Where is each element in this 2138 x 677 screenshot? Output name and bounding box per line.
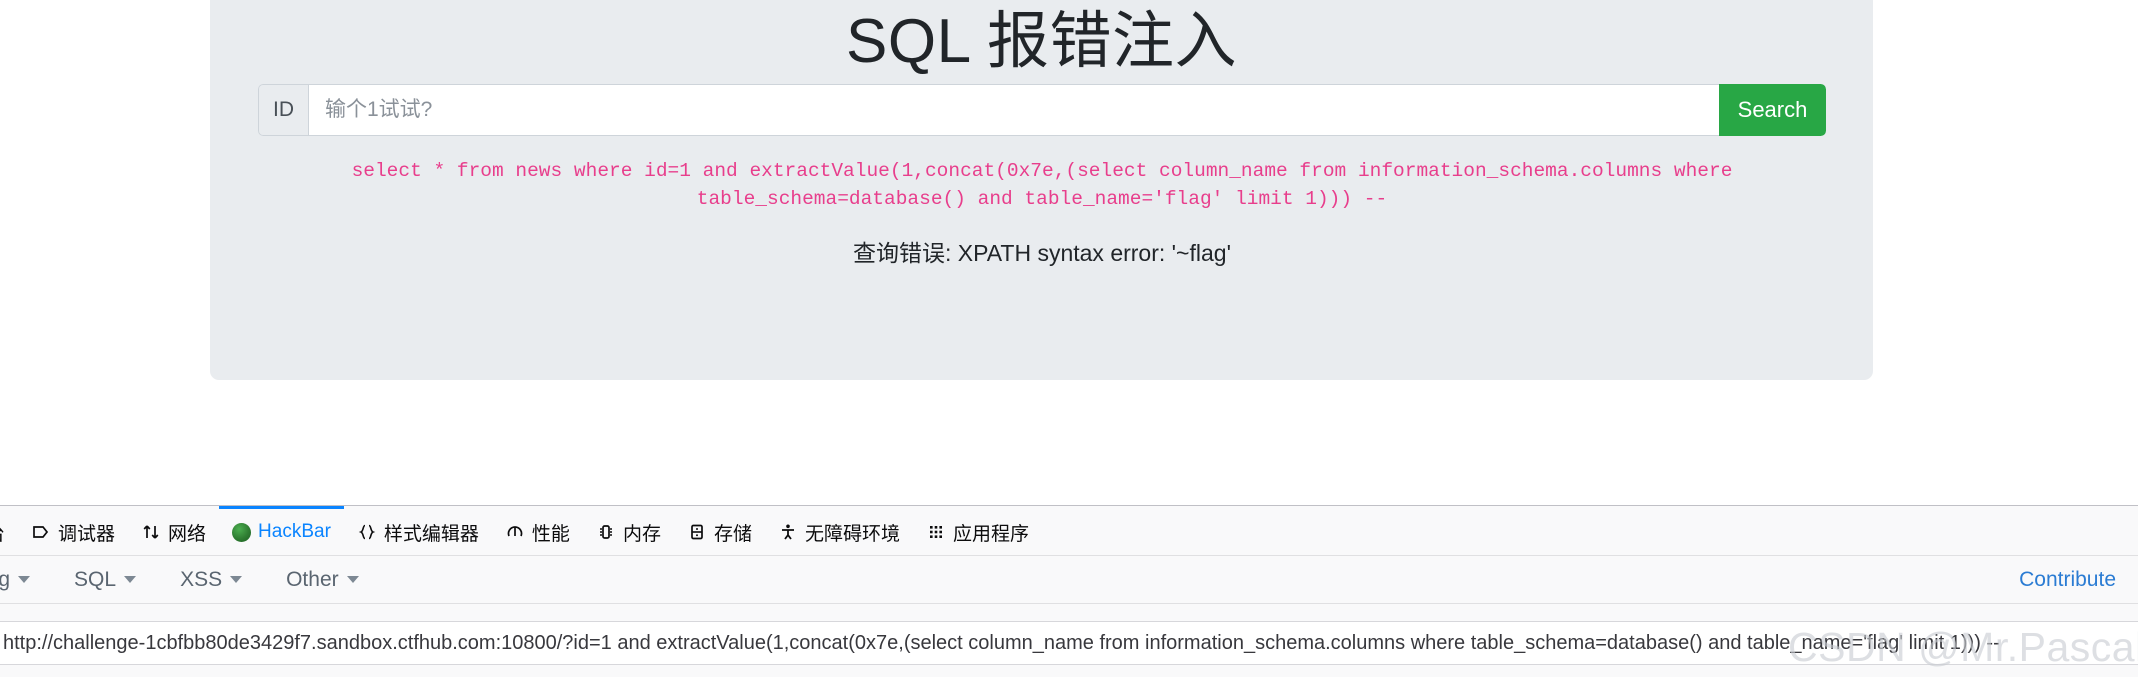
devtools-tab-style-editor[interactable]: 样式编辑器 [344, 506, 492, 555]
hackbar-menu-encoding[interactable]: ing [0, 568, 52, 592]
sql-query-output: select * from news where id=1 and extrac… [351, 160, 1745, 210]
encoding-menu-label: ing [0, 567, 11, 591]
devtools-tab-storage[interactable]: 存储 [674, 506, 765, 555]
devtools-tab-debugger[interactable]: 调试器 [18, 506, 128, 555]
search-button[interactable]: Search [1719, 84, 1826, 136]
chevron-down-icon [230, 576, 243, 583]
hackbar-menu-xss[interactable]: XSS [158, 568, 264, 592]
storage-tab-label: 存储 [713, 523, 752, 545]
debugger-tab-label: 调试器 [58, 523, 116, 545]
devtools-tab-performance[interactable]: 性能 [492, 506, 583, 555]
style-editor-tab-label: 样式编辑器 [383, 523, 479, 545]
contribute-link[interactable]: Contribute [2019, 568, 2116, 592]
chevron-down-icon [346, 576, 359, 583]
chevron-down-icon [18, 576, 31, 583]
network-arrows-icon [141, 522, 161, 542]
braces-icon [357, 522, 377, 542]
devtools-tab-application[interactable]: 应用程序 [913, 506, 1042, 555]
id-search-input[interactable] [308, 84, 1719, 136]
jumbotron-card: SQL 报错注入 ID Search select * from news wh… [210, 0, 1873, 380]
devtools-tab-hackbar[interactable]: HackBar [219, 506, 344, 555]
memory-tab-label: 内存 [622, 523, 661, 545]
chevron-down-icon [124, 576, 137, 583]
hackbar-tab-label: HackBar [258, 521, 331, 542]
storage-icon [687, 522, 707, 542]
devtools-panel: 台 调试器 网络 HackBar [0, 505, 2138, 677]
browser-viewport: SQL 报错注入 ID Search select * from news wh… [0, 0, 2138, 505]
hackbar-firefox-icon [232, 522, 252, 542]
id-search-form: ID Search [258, 84, 1826, 136]
devtools-tab-console[interactable]: 台 [0, 506, 18, 555]
sql-menu-label: SQL [74, 567, 117, 591]
devtools-tab-accessibility[interactable]: 无障碍环境 [765, 506, 913, 555]
hackbar-url-row: http://challenge-1cbfbb80de3429f7.sandbo… [0, 604, 2138, 676]
performance-tab-label: 性能 [531, 523, 570, 545]
console-tab-label: 台 [0, 519, 5, 546]
network-tab-label: 网络 [168, 523, 207, 545]
xss-menu-label: XSS [180, 567, 223, 591]
performance-icon [505, 522, 525, 542]
accessibility-tab-label: 无障碍环境 [804, 523, 900, 545]
other-menu-label: Other [286, 567, 339, 591]
hackbar-menu-sql[interactable]: SQL [52, 568, 158, 592]
debugger-icon [31, 522, 51, 542]
hackbar-toolbar: ing SQL XSS Other Contribute [0, 556, 2138, 604]
devtools-tab-strip: 台 调试器 网络 HackBar [0, 506, 2138, 556]
accessibility-person-icon [778, 522, 798, 542]
application-grid-icon [926, 522, 946, 542]
hackbar-url-input[interactable]: http://challenge-1cbfbb80de3429f7.sandbo… [0, 621, 2138, 665]
devtools-tab-memory[interactable]: 内存 [583, 506, 674, 555]
memory-icon [596, 522, 616, 542]
id-input-addon: ID [258, 84, 308, 136]
application-tab-label: 应用程序 [952, 523, 1029, 545]
devtools-tab-network[interactable]: 网络 [128, 506, 219, 555]
hackbar-menu-other[interactable]: Other [264, 568, 381, 592]
query-error-message: 查询错误: XPATH syntax error: '~flag' [853, 240, 1231, 266]
page-title: SQL 报错注入 [846, 7, 1237, 76]
